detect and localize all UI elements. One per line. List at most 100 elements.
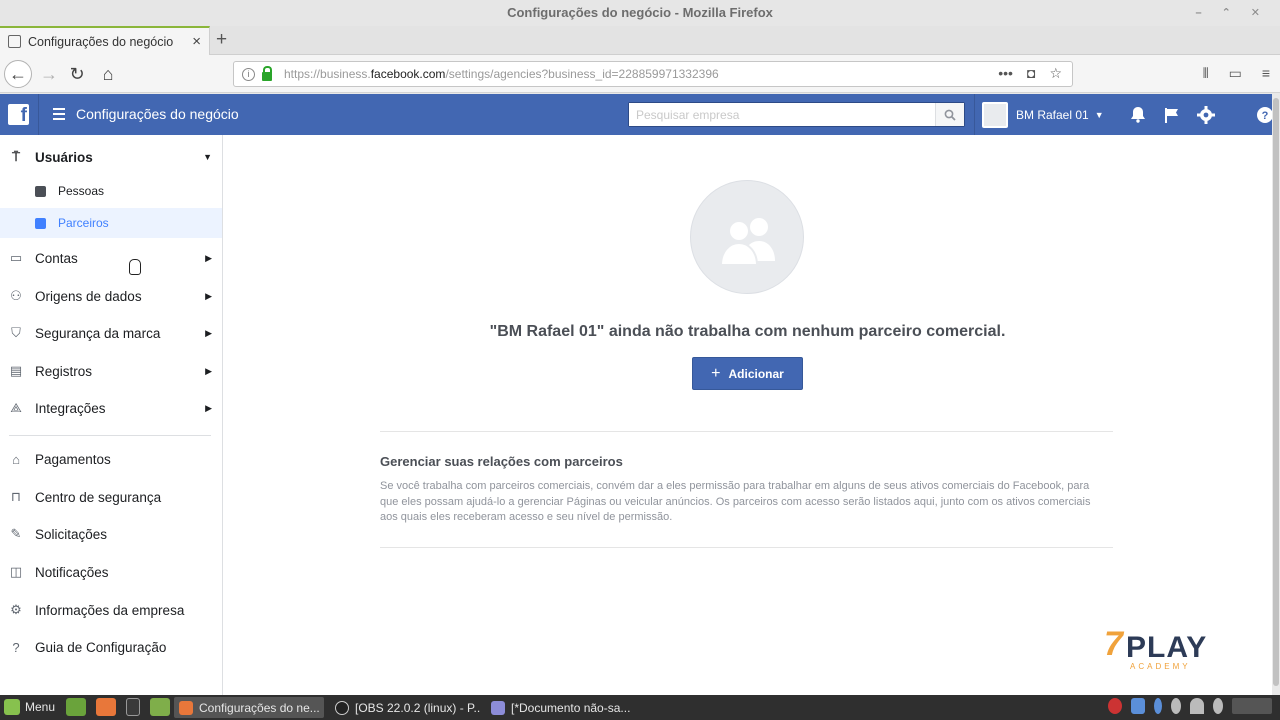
terminal-icon[interactable] bbox=[126, 698, 140, 716]
sidebar-item-label: Notificações bbox=[35, 564, 109, 580]
user-icon[interactable] bbox=[1171, 698, 1181, 714]
sidebar-item-registros[interactable]: ▤ Registros ▶ bbox=[0, 353, 222, 389]
maximize-icon[interactable]: ⌃ bbox=[1222, 0, 1231, 26]
sidebar-item-guia[interactable]: ? Guia de Configuração bbox=[0, 629, 222, 665]
page-actions-icon[interactable]: ••• bbox=[998, 65, 1013, 82]
pocket-icon[interactable]: ◘ bbox=[1027, 65, 1035, 82]
tab-strip: Configurações do negócio × + bbox=[0, 26, 1280, 55]
bluetooth-icon[interactable] bbox=[1154, 698, 1162, 714]
sidebar-item-users[interactable]: ⍑ Usuários ▼ bbox=[0, 139, 222, 175]
taskbar-window-document[interactable]: [*Documento não-sa... bbox=[486, 697, 636, 718]
chevron-right-icon: ▶ bbox=[205, 365, 212, 376]
section-title: Gerenciar suas relações com parceiros bbox=[380, 454, 623, 469]
sidebar-item-partners[interactable]: Parceiros bbox=[0, 208, 222, 238]
taskbar-window-obs[interactable]: [OBS 22.0.2 (linux) - P... bbox=[330, 697, 480, 718]
close-icon[interactable]: ✕ bbox=[1251, 0, 1260, 26]
divider bbox=[380, 431, 1113, 432]
sidebar-item-seguranca-marca[interactable]: ⛉ Segurança da marca ▶ bbox=[0, 315, 222, 351]
url-path: /settings/agencies?business_id=228859971… bbox=[445, 67, 719, 81]
account-switcher[interactable]: BM Rafael 01 ▼ bbox=[982, 102, 1104, 128]
sidebar-item-people[interactable]: Pessoas bbox=[0, 176, 222, 206]
chevron-right-icon: ▶ bbox=[205, 252, 212, 263]
page-title: Configurações do negócio bbox=[76, 106, 239, 122]
forward-button[interactable]: → bbox=[36, 61, 62, 87]
reload-button[interactable]: ↻ bbox=[64, 61, 90, 87]
minimize-icon[interactable]: – bbox=[1195, 0, 1201, 26]
url-host: facebook.com bbox=[370, 67, 446, 81]
lock-icon[interactable] bbox=[262, 65, 272, 81]
sidebar-item-label: Informações da empresa bbox=[35, 602, 185, 618]
url-bar[interactable]: i https://business. facebook.com/settings… bbox=[233, 61, 1073, 87]
site-info-icon[interactable]: i bbox=[242, 67, 255, 81]
hamburger-menu-icon[interactable]: ≡ bbox=[1262, 65, 1270, 82]
chevron-down-icon: ▼ bbox=[203, 152, 212, 162]
sidebar-item-notificacoes[interactable]: ◫ Notificações bbox=[0, 554, 222, 590]
files-icon[interactable] bbox=[150, 698, 170, 716]
search-button[interactable] bbox=[935, 103, 964, 126]
back-button[interactable]: ← bbox=[4, 60, 32, 88]
svg-text:?: ? bbox=[1262, 110, 1269, 122]
sidebar-item-informacoes[interactable]: ⚙ Informações da empresa bbox=[0, 592, 222, 628]
mouse-cursor-icon bbox=[129, 259, 141, 275]
tab-close-icon[interactable]: × bbox=[192, 33, 201, 50]
obs-tray-icon[interactable] bbox=[1108, 698, 1122, 714]
add-partner-button[interactable]: + Adicionar bbox=[692, 357, 803, 390]
browser-tab[interactable]: Configurações do negócio × bbox=[0, 26, 210, 55]
sidebar-item-integracoes[interactable]: ⟁ Integrações ▶ bbox=[0, 390, 222, 426]
home-button[interactable]: ⌂ bbox=[95, 61, 121, 87]
sidebar-divider bbox=[9, 435, 211, 436]
start-menu-button[interactable]: Menu bbox=[4, 699, 55, 715]
page-scrollbar[interactable] bbox=[1272, 94, 1280, 695]
logo-word: PLAY bbox=[1126, 631, 1208, 664]
scrollbar-thumb[interactable] bbox=[1273, 98, 1279, 686]
clipboard-icon: ▤ bbox=[9, 363, 23, 378]
search-icon bbox=[944, 109, 956, 121]
taskbar-window-label: [OBS 22.0.2 (linux) - P... bbox=[355, 700, 480, 715]
facebook-logo-icon[interactable]: f bbox=[8, 104, 29, 125]
url-prefix: https://business. bbox=[284, 67, 371, 81]
sidebar-item-pagamentos[interactable]: ⌂ Pagamentos bbox=[0, 441, 222, 477]
window-titlebar: Configurações do negócio - Mozilla Firef… bbox=[0, 0, 1280, 26]
sidebar-item-contas[interactable]: ▭ Contas ▶ bbox=[0, 240, 222, 276]
clock-area[interactable] bbox=[1232, 698, 1272, 714]
partners-placeholder-icon bbox=[690, 180, 804, 294]
sidebar-item-origens[interactable]: ⚇ Origens de dados ▶ bbox=[0, 278, 222, 314]
sidebar-item-label: Usuários bbox=[35, 149, 93, 165]
sidebar-item-label: Pessoas bbox=[58, 184, 105, 198]
sidebar-item-centro-seguranca[interactable]: ⊓ Centro de segurança bbox=[0, 479, 222, 515]
sidebar-item-solicitacoes[interactable]: ✎ Solicitações bbox=[0, 516, 222, 552]
taskbar-window-firefox[interactable]: Configurações do ne... bbox=[174, 697, 324, 718]
person-icon bbox=[35, 185, 46, 197]
users-icon: ⍑ bbox=[12, 149, 20, 164]
firefox-icon bbox=[179, 700, 193, 715]
window-title: Configurações do negócio - Mozilla Firef… bbox=[507, 5, 773, 20]
help-icon[interactable]: ? bbox=[1257, 106, 1273, 123]
sidebar-item-label: Centro de segurança bbox=[35, 489, 162, 505]
firefox-icon[interactable] bbox=[96, 698, 116, 716]
business-search-input[interactable] bbox=[629, 103, 935, 126]
menu-icon[interactable] bbox=[53, 108, 65, 123]
sidebar-toggle-icon[interactable]: ▭ bbox=[1229, 65, 1242, 82]
system-tray bbox=[1108, 698, 1272, 714]
show-desktop-icon[interactable] bbox=[66, 698, 86, 716]
bookmark-star-icon[interactable]: ☆ bbox=[1049, 65, 1062, 82]
quick-launch bbox=[66, 698, 170, 716]
shield-tray-icon[interactable] bbox=[1131, 698, 1145, 714]
wifi-icon[interactable] bbox=[1190, 698, 1204, 714]
header-divider bbox=[974, 94, 975, 135]
new-tab-button[interactable]: + bbox=[216, 29, 227, 51]
notifications-bell-icon[interactable] bbox=[1130, 106, 1146, 123]
integrations-icon: ⟁ bbox=[10, 400, 22, 415]
browser-toolbar-right: ⫴ ▭ ≡ bbox=[1203, 65, 1270, 82]
sidebar: ⍑ Usuários ▼ Pessoas Parceiros ▭ Contas … bbox=[0, 135, 223, 695]
header-divider bbox=[38, 94, 39, 135]
url-actions: ••• ◘ ☆ bbox=[998, 65, 1062, 82]
fb-header: f Configurações do negócio BM Rafael 01 … bbox=[0, 94, 1273, 135]
volume-icon[interactable] bbox=[1213, 698, 1223, 714]
chevron-right-icon: ▶ bbox=[205, 290, 212, 301]
main-content: "BM Rafael 01" ainda não trabalha com ne… bbox=[223, 135, 1272, 695]
logo-number: 7 bbox=[1104, 625, 1123, 663]
library-icon[interactable]: ⫴ bbox=[1203, 65, 1209, 82]
flag-icon[interactable] bbox=[1164, 107, 1179, 123]
settings-gear-icon[interactable] bbox=[1197, 105, 1215, 124]
